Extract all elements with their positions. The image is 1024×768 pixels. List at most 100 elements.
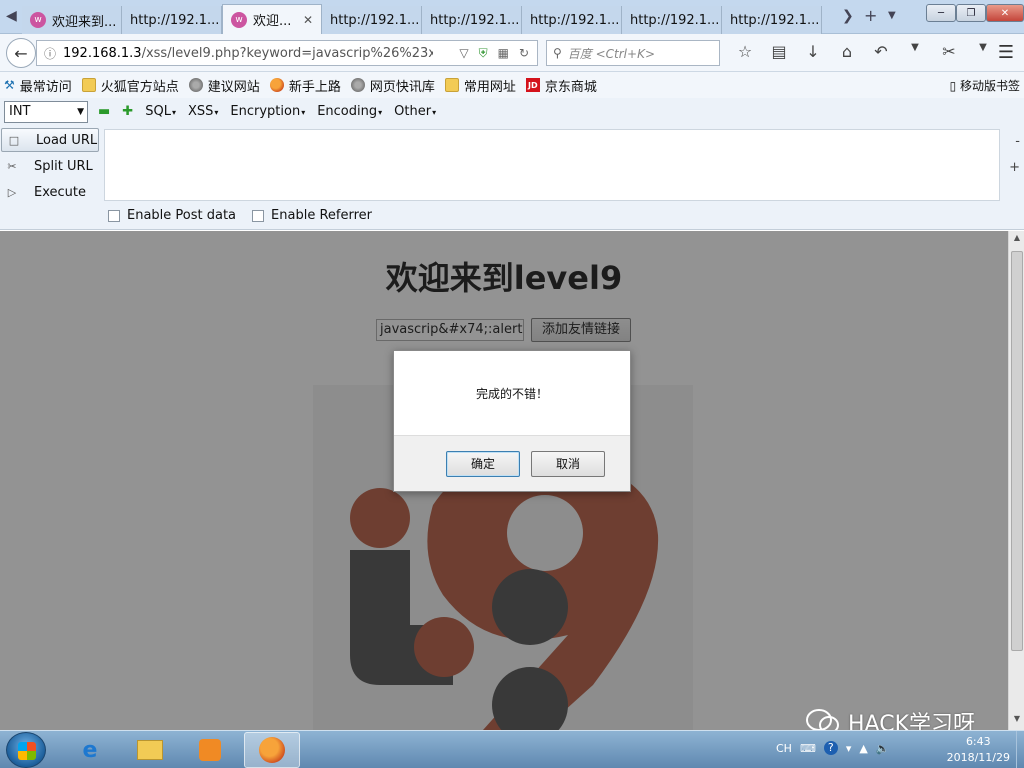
enable-referrer-label: Enable Referrer [271, 208, 372, 223]
tab-4[interactable]: http://192.1... [422, 6, 522, 34]
help-icon[interactable]: ? [823, 741, 838, 755]
tab-3[interactable]: http://192.1... [322, 6, 422, 34]
clock-time: 6:43 [965, 735, 991, 748]
scrollbar-thumb[interactable] [1011, 251, 1023, 651]
reload-icon[interactable]: ↻ [519, 46, 529, 61]
scroll-up-icon[interactable]: ▲ [1009, 233, 1024, 247]
hackbar-type-select[interactable]: INT ▼ [4, 101, 88, 123]
screenshot-icon[interactable]: ✂ [932, 42, 966, 61]
tabs-scroll-left-icon[interactable]: ◀ [6, 8, 17, 24]
enable-referrer-checkbox[interactable]: Enable Referrer [252, 208, 372, 223]
execute-button[interactable]: ▷ Execute [0, 180, 100, 204]
home-icon[interactable]: ⌂ [830, 42, 864, 61]
load-url-button[interactable]: □ Load URL [1, 128, 99, 152]
search-input[interactable]: ⚲ 百度 <Ctrl+K> [546, 40, 720, 66]
split-url-button[interactable]: ✂ Split URL [0, 154, 100, 178]
close-window-button[interactable]: ✕ [986, 4, 1024, 22]
tab-0[interactable]: w 欢迎来到... [22, 6, 122, 34]
bookmark-item[interactable]: 建议网站 [188, 76, 260, 95]
close-tab-icon[interactable]: ✕ [303, 13, 313, 27]
minimize-window-button[interactable]: ─ [926, 4, 956, 22]
ok-button[interactable]: 确定 [446, 451, 520, 477]
hackbar-menu-other[interactable]: Other [394, 104, 436, 119]
tab-1[interactable]: http://192.1... [122, 6, 222, 34]
shield-icon[interactable]: ⛨ [479, 46, 488, 61]
decrease-icon[interactable]: ▬ [98, 104, 110, 119]
start-button[interactable] [6, 732, 46, 768]
hackbar-menu-xss[interactable]: XSS [188, 104, 218, 119]
hamburger-menu-icon[interactable]: ☰ [998, 42, 1014, 63]
grow-textarea-button[interactable]: + [1009, 160, 1020, 175]
show-desktop-button[interactable] [1016, 731, 1024, 768]
tab-label: 欢迎... [253, 14, 292, 29]
tab-6[interactable]: http://192.1... [622, 6, 722, 34]
bookmark-label: 常用网址 [463, 79, 516, 95]
firefox-taskbar-icon[interactable] [244, 732, 300, 768]
hackbar-menu-encoding[interactable]: Encoding [317, 104, 382, 119]
bookmark-item[interactable]: 新手上路 [269, 76, 341, 95]
fox-icon [269, 78, 284, 92]
reading-list-icon[interactable]: ▤ [762, 42, 796, 61]
checkbox-box[interactable] [252, 209, 265, 222]
file-explorer-icon[interactable] [122, 732, 178, 768]
chevron-down-icon: ▼ [77, 107, 84, 117]
search-icon: ⚲ [553, 46, 562, 60]
internet-explorer-icon[interactable]: e [62, 732, 118, 768]
bookmark-item[interactable]: 常用网址 [444, 76, 516, 95]
bookmark-item[interactable]: JD 京东商城 [525, 76, 597, 95]
checkbox-box[interactable] [108, 209, 120, 222]
hackbar-url-textarea[interactable] [104, 129, 1000, 201]
hackbar-menu-sql[interactable]: SQL [145, 104, 176, 119]
shrink-textarea-button[interactable]: - [1015, 134, 1020, 149]
undo-icon[interactable]: ↶ [864, 42, 898, 61]
system-clock[interactable]: 6:43 2018/11/29 [947, 734, 1010, 766]
qr-code-icon[interactable]: ▦ [498, 46, 509, 61]
input-language[interactable]: CH [776, 742, 792, 755]
page-scrollbar[interactable]: ▲ ▼ [1008, 231, 1024, 730]
tab-2[interactable]: w 欢迎... ✕ [222, 4, 322, 34]
restore-window-button[interactable]: ❐ [956, 4, 986, 22]
tab-label: http://192.1... [630, 12, 720, 28]
scroll-down-icon[interactable]: ▼ [1009, 714, 1024, 728]
dialog-message: 完成的不错！ [475, 386, 548, 401]
bookmark-label: 最常访问 [19, 79, 72, 95]
dropdown-arrow-icon[interactable]: ▽ [459, 46, 468, 61]
show-hidden-icons[interactable]: ▲ [859, 742, 867, 755]
mobile-bookmarks-label: 移动版书签 [959, 79, 1020, 93]
bookmark-star-icon[interactable]: ☆ [728, 42, 762, 61]
hackbar-menu-encryption[interactable]: Encryption [230, 104, 305, 119]
jd-icon: JD [525, 78, 540, 92]
folder-icon [444, 78, 459, 92]
split-url-label: Split URL [34, 158, 93, 174]
bookmark-item[interactable]: 网页快讯库 [350, 76, 435, 95]
enable-post-checkbox[interactable]: Enable Post data [108, 208, 236, 223]
tray-options-icon[interactable]: ▾ [846, 742, 852, 755]
url-text[interactable]: 192.168.1.3/xss/level9.php?keyword=javas… [63, 46, 433, 61]
bookmark-item[interactable]: ⚒ 最常访问 [4, 76, 72, 95]
increase-icon[interactable]: ✚ [122, 104, 133, 119]
media-player-icon[interactable] [182, 732, 238, 768]
cancel-button[interactable]: 取消 [531, 451, 605, 477]
back-arrow-icon[interactable]: ← [6, 38, 36, 68]
tab-7[interactable]: http://192.1... [722, 6, 822, 34]
keyboard-icon[interactable]: ⌨ [800, 742, 816, 755]
tabs-scroll-right-icon[interactable]: ❯ [842, 8, 854, 24]
tab-5[interactable]: http://192.1... [522, 6, 622, 34]
load-url-label: Load URL [36, 132, 98, 148]
url-bar[interactable]: ⓘ 192.168.1.3/xss/level9.php?keyword=jav… [36, 40, 538, 66]
site-info-icon[interactable]: ⓘ [37, 45, 63, 62]
navigation-bar: ← ⓘ 192.168.1.3/xss/level9.php?keyword=j… [0, 34, 1024, 72]
bookmark-item[interactable]: 火狐官方站点 [81, 76, 179, 95]
bookmark-label: 建议网站 [207, 79, 260, 95]
star-icon: ⚒ [4, 78, 15, 92]
bookmark-label: 京东商城 [544, 79, 597, 95]
new-tab-plus-icon[interactable]: + [864, 6, 877, 25]
volume-muted-icon[interactable]: 🔈 [876, 742, 890, 755]
tab-label: http://192.1... [730, 12, 820, 28]
dropdown-arrow-icon[interactable]: ▼ [898, 42, 932, 61]
mobile-bookmarks[interactable]: ▯ 移动版书签 [950, 77, 1020, 94]
list-all-tabs-icon[interactable]: ▼ [888, 10, 896, 21]
download-arrow-icon[interactable]: ↓ [796, 42, 830, 61]
dropdown-arrow-icon[interactable]: ▼ [966, 42, 1000, 61]
execute-label: Execute [34, 184, 86, 200]
